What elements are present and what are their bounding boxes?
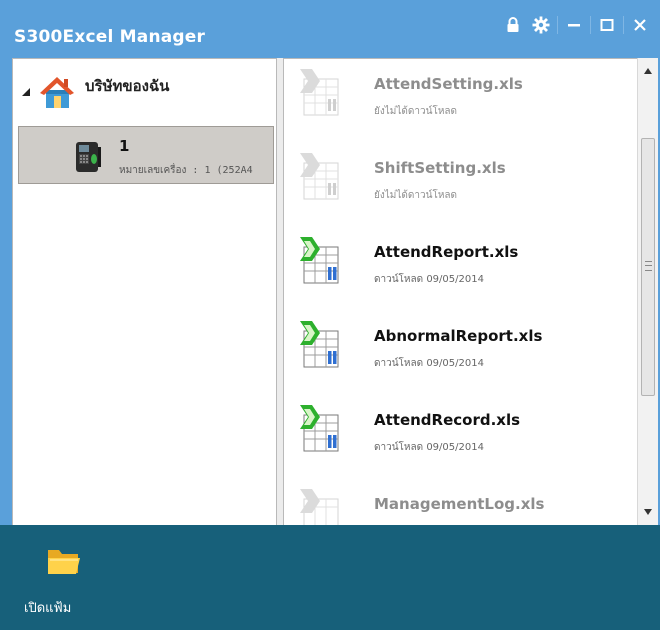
app-window: S300Excel Manager บริษัทของฉัน 1 หมายเลข… [0, 0, 660, 630]
file-status: ดาวน์โหลด 09/05/2014 [374, 442, 484, 453]
excel-file-disabled-icon [300, 489, 339, 526]
file-item[interactable]: AttendRecord.xls ดาวน์โหลด 09/05/2014 [284, 395, 637, 477]
file-item[interactable]: AttendSetting.xls ยังไม่ได้ดาวน์โหลด [284, 59, 637, 141]
excel-file-icon [300, 321, 339, 368]
separator [557, 16, 558, 34]
device-name: 1 [119, 137, 130, 155]
file-status: ดาวน์โหลด 09/05/2014 [374, 274, 484, 285]
file-name: AttendReport.xls [374, 243, 519, 261]
excel-file-disabled-icon [300, 69, 339, 116]
window-title: S300Excel Manager [14, 27, 206, 47]
scroll-down-button[interactable] [638, 503, 658, 521]
file-item[interactable]: AttendReport.xls ดาวน์โหลด 09/05/2014 [284, 227, 637, 309]
minimize-icon [568, 24, 580, 27]
file-name: ShiftSetting.xls [374, 159, 506, 177]
vertical-scrollbar[interactable] [637, 58, 658, 525]
excel-file-icon [300, 237, 339, 284]
folder-icon [48, 550, 80, 574]
file-item[interactable]: AbnormalReport.xls ดาวน์โหลด 09/05/2014 [284, 311, 637, 393]
maximize-button[interactable] [593, 14, 621, 36]
scroll-up-button[interactable] [638, 62, 658, 80]
title-bar[interactable]: S300Excel Manager [0, 0, 660, 58]
file-name: ManagementLog.xls [374, 495, 545, 513]
file-status: ดาวน์โหลด 09/05/2014 [374, 358, 484, 369]
tree-root-company[interactable]: บริษัทของฉัน [21, 73, 169, 111]
title-bar-controls [499, 14, 654, 36]
open-folder-label: เปิดแฟ้ม [24, 601, 72, 616]
separator [590, 16, 591, 34]
maximize-icon [600, 19, 614, 31]
excel-file-icon [300, 405, 339, 452]
close-button[interactable] [626, 14, 654, 36]
excel-file-disabled-icon [300, 153, 339, 200]
footer-toolbar: เปิดแฟ้ม [0, 525, 660, 630]
file-list: AttendSetting.xls ยังไม่ได้ดาวน์โหลด Shi… [284, 58, 637, 526]
file-name: AttendRecord.xls [374, 411, 521, 429]
lock-button[interactable] [499, 14, 527, 36]
file-item[interactable]: ShiftSetting.xls ยังไม่ได้ดาวน์โหลด [284, 143, 637, 225]
scrollbar-thumb[interactable] [641, 138, 655, 396]
device-tree: บริษัทของฉัน 1 หมายเลขเครื่อง : 1 (252A4 [12, 58, 277, 527]
arrow-down-icon [644, 509, 652, 515]
house-icon [40, 77, 74, 108]
gear-icon [532, 16, 550, 34]
device-serial: หมายเลขเครื่อง : 1 (252A4 [119, 165, 253, 176]
tree-item-device[interactable]: 1 หมายเลขเครื่อง : 1 (252A4 [18, 126, 274, 184]
expand-triangle-icon[interactable] [21, 87, 31, 97]
file-name: AttendSetting.xls [374, 75, 523, 93]
grip-icon [645, 261, 652, 271]
file-status: ยังไม่ได้ดาวน์โหลด [374, 106, 458, 117]
tree-root-label: บริษัทของฉัน [85, 77, 170, 95]
settings-button[interactable] [527, 14, 555, 36]
close-icon [634, 19, 646, 31]
separator [623, 16, 624, 34]
file-item[interactable]: ManagementLog.xls [284, 479, 637, 526]
file-name: AbnormalReport.xls [374, 327, 543, 345]
fingerprint-terminal-icon [76, 142, 101, 172]
arrow-up-icon [644, 68, 652, 74]
open-folder-button[interactable]: เปิดแฟ้ม [24, 541, 88, 617]
minimize-button[interactable] [560, 14, 588, 36]
pane-splitter[interactable] [276, 58, 284, 525]
lock-icon [507, 17, 519, 32]
file-status: ยังไม่ได้ดาวน์โหลด [374, 190, 458, 201]
